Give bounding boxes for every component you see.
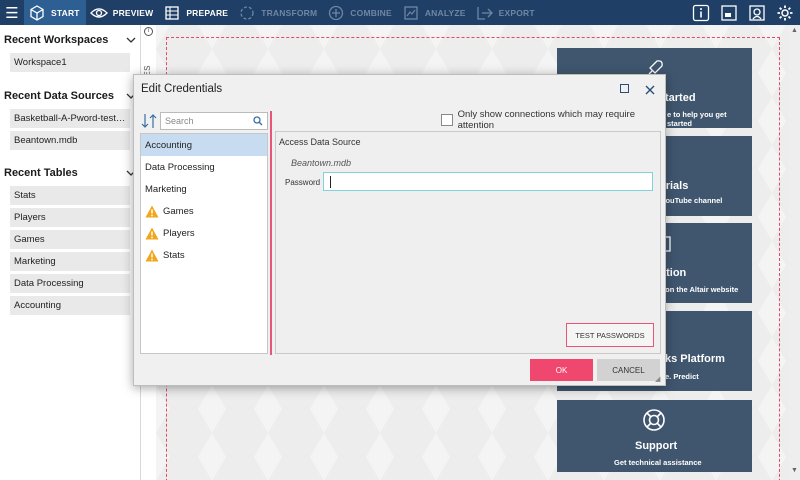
card-subtitle: YouTube channel <box>661 196 723 205</box>
close-icon[interactable] <box>644 79 656 99</box>
splitter-handle[interactable] <box>270 111 272 355</box>
search-icon[interactable] <box>253 116 263 129</box>
attention-filter-checkbox[interactable] <box>441 114 453 126</box>
list-item[interactable]: Games <box>141 200 267 222</box>
cancel-button[interactable]: CANCEL <box>597 359 660 381</box>
section-recent-data-sources[interactable]: Recent Data Sources <box>0 85 140 107</box>
list-item-label: Accounting <box>145 139 193 151</box>
list-item[interactable]: Beantown.mdb <box>10 131 130 150</box>
list-item-label: Games <box>163 205 194 217</box>
tab-prepare[interactable]: PREPARE <box>159 0 234 25</box>
tab-export[interactable]: EXPORT <box>472 0 541 25</box>
window-icon[interactable] <box>718 2 740 24</box>
search-input[interactable] <box>161 113 249 129</box>
list-item-label: Marketing <box>145 183 187 195</box>
chevron-down-icon[interactable] <box>126 35 136 46</box>
list-item-label: Stats <box>163 249 185 261</box>
text-caret <box>330 176 331 188</box>
maximize-icon[interactable] <box>620 84 629 93</box>
eye-icon <box>89 4 108 22</box>
recent-sidebar: Recent Workspaces Workspace1 Recent Data… <box>0 25 140 480</box>
toolbar-right-group <box>690 0 800 25</box>
card-support[interactable]: Support Get technical assistance <box>557 400 752 472</box>
list-item[interactable]: Data Processing <box>141 156 267 178</box>
access-data-source-panel: Access Data Source Beantown.mdb Password… <box>275 131 661 354</box>
section-title: Recent Workspaces <box>4 34 109 46</box>
lifebuoy-icon <box>643 409 665 431</box>
card-title: Support <box>635 440 678 452</box>
scroll-down-icon[interactable]: ▼ <box>791 467 798 474</box>
list-item-label: Players <box>163 227 195 239</box>
info-icon[interactable] <box>690 2 712 24</box>
test-passwords-button[interactable]: TEST PASSWORDS <box>566 323 654 347</box>
list-item[interactable]: Players <box>141 222 267 244</box>
section-title: Recent Data Sources <box>4 90 115 102</box>
list-item[interactable]: Basketball-A-Pword-test.ac... <box>10 109 130 128</box>
list-item[interactable]: Stats <box>141 244 267 266</box>
dialog-title: Edit Credentials <box>141 83 223 95</box>
export-icon <box>476 4 494 22</box>
tab-combine-label: COMBINE <box>350 7 392 18</box>
combine-icon <box>327 4 345 22</box>
help-icon[interactable] <box>746 2 768 24</box>
info-circle-icon[interactable]: i <box>144 27 153 36</box>
tab-export-label: EXPORT <box>498 7 535 18</box>
resize-grip-icon[interactable]: ◢ <box>655 375 660 383</box>
tab-start[interactable]: START <box>24 0 86 25</box>
list-item[interactable]: Players <box>10 208 130 227</box>
card-subtitle: Get technical assistance <box>614 458 702 467</box>
attention-filter[interactable]: Only show connections which may require … <box>441 109 665 131</box>
list-item[interactable]: Marketing <box>141 178 267 200</box>
section-title: Recent Tables <box>4 167 78 179</box>
ok-button[interactable]: OK <box>530 359 593 381</box>
list-item[interactable]: Workspace1 <box>10 53 130 72</box>
gear-icon[interactable] <box>774 2 796 24</box>
warning-icon <box>145 205 159 217</box>
list-item[interactable]: Accounting <box>141 134 267 156</box>
card-subtitle: e to help you get started <box>667 110 727 128</box>
list-item[interactable]: Data Processing <box>10 274 130 293</box>
section-recent-workspaces[interactable]: Recent Workspaces <box>0 29 140 51</box>
attention-filter-label: Only show connections which may require … <box>457 109 635 131</box>
tab-prepare-label: PREPARE <box>186 7 229 18</box>
tab-start-label: START <box>51 7 80 18</box>
tab-analyze-label: ANALYZE <box>424 7 466 18</box>
vertical-scrollbar[interactable]: ▲ ▼ <box>788 25 800 480</box>
tab-transform-label: TRANSFORM <box>261 7 318 18</box>
cube-icon <box>28 4 46 22</box>
list-item[interactable]: Accounting <box>10 296 130 315</box>
analyze-icon <box>402 4 420 22</box>
card-title: ks Platform <box>665 353 725 365</box>
card-title: tarted <box>665 92 696 104</box>
tab-analyze[interactable]: ANALYZE <box>398 0 472 25</box>
edit-credentials-dialog: Edit Credentials Accounting Data Process… <box>133 74 666 386</box>
list-item[interactable]: Marketing <box>10 252 130 271</box>
top-toolbar: ☰ START PREVIEW PREPARE TRANSFORM COMBIN… <box>0 0 800 25</box>
section-recent-tables[interactable]: Recent Tables <box>0 162 140 184</box>
card-subtitle: l on the Altair website <box>661 285 739 294</box>
card-subtitle: e. Predict <box>665 372 699 381</box>
panel-title: Access Data Source <box>279 137 361 147</box>
connection-list: Accounting Data Processing Marketing Gam… <box>140 133 268 354</box>
list-item[interactable]: Games <box>10 230 130 249</box>
password-field[interactable] <box>323 172 653 191</box>
search-box <box>160 112 268 130</box>
tab-combine[interactable]: COMBINE <box>323 0 398 25</box>
data-source-name: Beantown.mdb <box>291 158 352 168</box>
hamburger-menu-icon[interactable]: ☰ <box>0 0 24 25</box>
sort-icon[interactable] <box>140 112 158 130</box>
warning-icon <box>145 227 159 239</box>
warning-icon <box>145 249 159 261</box>
tab-transform[interactable]: TRANSFORM <box>234 0 323 25</box>
list-item[interactable]: Stats <box>10 186 130 205</box>
table-icon <box>163 4 181 22</box>
tab-preview[interactable]: PREVIEW <box>86 0 160 25</box>
transform-icon <box>238 4 256 22</box>
scroll-up-icon[interactable]: ▲ <box>791 27 798 34</box>
list-item-label: Data Processing <box>145 161 215 173</box>
password-label: Password <box>285 178 321 187</box>
tab-preview-label: PREVIEW <box>112 7 154 18</box>
